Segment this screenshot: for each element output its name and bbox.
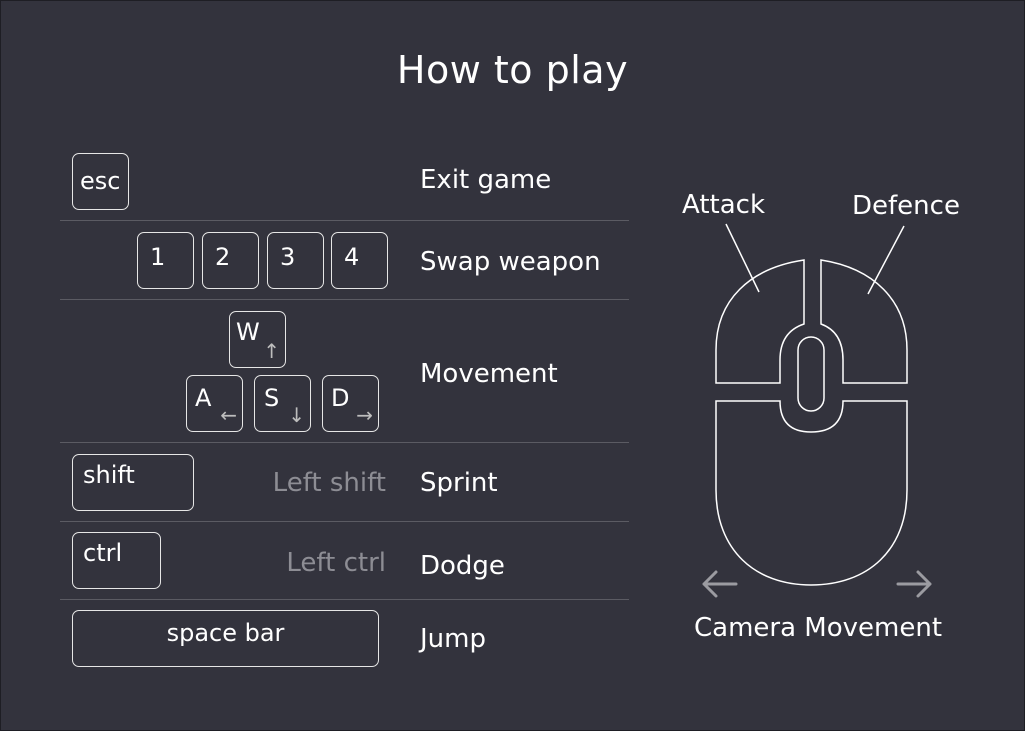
movement-label: Movement bbox=[420, 359, 558, 389]
dodge-label: Dodge bbox=[420, 551, 505, 581]
shift-key: shift bbox=[72, 454, 194, 511]
left-ctrl-hint: Left ctrl bbox=[286, 548, 386, 578]
key-4-label: 4 bbox=[344, 243, 360, 271]
ctrl-key-label: ctrl bbox=[83, 539, 123, 567]
defence-pointer-line bbox=[867, 225, 905, 295]
s-key-label: S bbox=[264, 384, 280, 412]
divider bbox=[60, 299, 629, 300]
arrow-right-icon: → bbox=[356, 403, 373, 427]
a-key-label: A bbox=[195, 384, 212, 412]
left-shift-hint: Left shift bbox=[272, 468, 386, 498]
w-key-label: W bbox=[236, 318, 260, 346]
a-key: A ← bbox=[186, 375, 243, 432]
s-key: S ↓ bbox=[254, 375, 311, 432]
d-key: D → bbox=[322, 375, 379, 432]
mouse-left-button-outline bbox=[715, 259, 805, 384]
key-4: 4 bbox=[331, 232, 388, 289]
mouse-right-button-outline bbox=[820, 259, 908, 384]
divider bbox=[60, 521, 629, 522]
divider bbox=[60, 599, 629, 600]
divider bbox=[60, 442, 629, 443]
mouse-diagram bbox=[702, 223, 932, 598]
camera-movement-label: Camera Movement bbox=[694, 613, 943, 643]
key-2-label: 2 bbox=[215, 243, 231, 271]
key-1-label: 1 bbox=[150, 243, 166, 271]
key-1: 1 bbox=[137, 232, 194, 289]
shift-key-label: shift bbox=[83, 461, 135, 489]
d-key-label: D bbox=[331, 384, 350, 412]
mouse-body-outline bbox=[715, 400, 908, 586]
arrow-down-icon: ↓ bbox=[288, 403, 305, 427]
page-title: How to play bbox=[396, 48, 629, 92]
scroll-wheel-outline bbox=[797, 336, 825, 412]
swap-weapon-label: Swap weapon bbox=[420, 247, 601, 277]
camera-right-arrow-icon bbox=[896, 570, 932, 598]
jump-label: Jump bbox=[420, 624, 486, 654]
camera-left-arrow-icon bbox=[702, 570, 738, 598]
ctrl-key: ctrl bbox=[72, 532, 161, 589]
attack-pointer-line bbox=[725, 223, 760, 293]
key-2: 2 bbox=[202, 232, 259, 289]
attack-label: Attack bbox=[682, 190, 766, 220]
key-3-label: 3 bbox=[280, 243, 296, 271]
space-bar-key-label: space bar bbox=[166, 619, 285, 647]
w-key: W ↑ bbox=[229, 311, 286, 368]
exit-game-label: Exit game bbox=[420, 165, 552, 195]
esc-key-label: esc bbox=[80, 167, 121, 195]
arrow-up-icon: ↑ bbox=[263, 339, 280, 363]
sprint-label: Sprint bbox=[420, 468, 498, 498]
key-3: 3 bbox=[267, 232, 324, 289]
defence-label: Defence bbox=[852, 191, 960, 221]
space-bar-key: space bar bbox=[72, 610, 379, 667]
arrow-left-icon: ← bbox=[220, 403, 237, 427]
esc-key: esc bbox=[72, 153, 129, 210]
divider bbox=[60, 220, 629, 221]
